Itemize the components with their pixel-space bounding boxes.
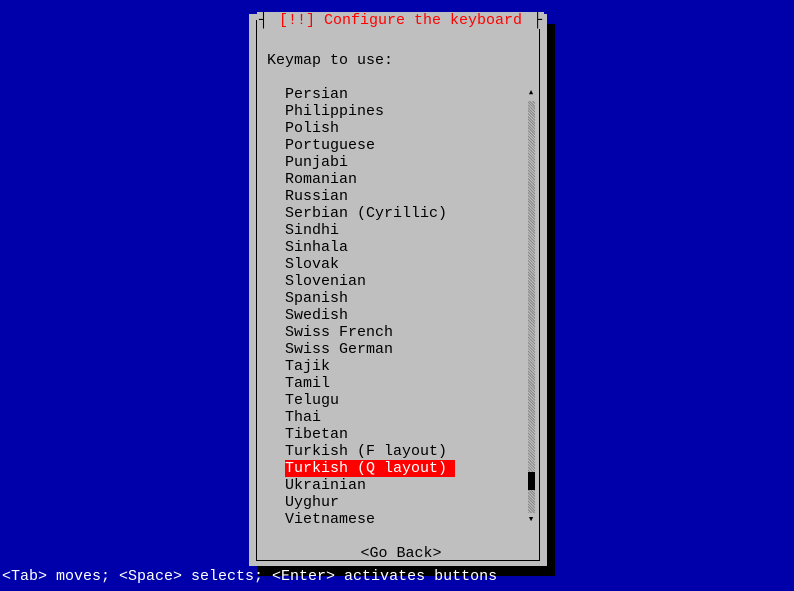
scroll-up-arrow-icon[interactable]: ▴ (528, 86, 535, 101)
keymap-option[interactable]: Swiss German (285, 341, 535, 358)
scroll-down-arrow-icon[interactable]: ▾ (528, 513, 535, 528)
keymap-list[interactable]: PersianPhilippinesPolishPortuguesePunjab… (267, 86, 535, 528)
keymap-option[interactable]: Swiss French (285, 324, 535, 341)
keymap-option[interactable]: Romanian (285, 171, 535, 188)
keymap-option[interactable]: Serbian (Cyrillic) (285, 205, 535, 222)
keymap-option[interactable]: Thai (285, 409, 535, 426)
keymap-option[interactable]: Telugu (285, 392, 535, 409)
scrollbar[interactable]: ▴ ▾ (527, 86, 535, 528)
keymap-option[interactable]: Sindhi (285, 222, 535, 239)
keymap-option[interactable]: Polish (285, 120, 535, 137)
keymap-option[interactable]: Swedish (285, 307, 535, 324)
keymap-option[interactable]: Ukrainian (285, 477, 535, 494)
title-text: Configure the keyboard (324, 12, 522, 29)
keymap-option[interactable]: Russian (285, 188, 535, 205)
keymap-option[interactable]: Punjabi (285, 154, 535, 171)
keymap-option[interactable]: Spanish (285, 290, 535, 307)
keymap-option[interactable]: Sinhala (285, 239, 535, 256)
go-back-button[interactable]: <Go Back> (267, 545, 535, 562)
help-bar: <Tab> moves; <Space> selects; <Enter> ac… (2, 568, 497, 585)
keymap-option[interactable]: Tibetan (285, 426, 535, 443)
keymap-option[interactable]: Slovak (285, 256, 535, 273)
configure-keyboard-dialog: ┤ [!!] Configure the keyboard ├ Keymap t… (249, 14, 547, 566)
scrollbar-thumb[interactable] (528, 472, 535, 490)
dialog-title: ┤ [!!] Configure the keyboard ├ (257, 12, 539, 29)
keymap-option[interactable]: Tajik (285, 358, 535, 375)
keymap-option[interactable]: Turkish (F layout) (285, 443, 535, 460)
keymap-option[interactable]: Turkish (Q layout) (285, 460, 455, 477)
keymap-option[interactable]: Vietnamese (285, 511, 535, 528)
keymap-option[interactable]: Portuguese (285, 137, 535, 154)
title-prefix: [!!] (279, 12, 324, 29)
prompt-label: Keymap to use: (267, 52, 535, 69)
keymap-option[interactable]: Persian (285, 86, 535, 103)
keymap-option[interactable]: Slovenian (285, 273, 535, 290)
keymap-option[interactable]: Uyghur (285, 494, 535, 511)
scrollbar-track[interactable] (528, 101, 535, 513)
keymap-option[interactable]: Tamil (285, 375, 535, 392)
keymap-option[interactable]: Philippines (285, 103, 535, 120)
